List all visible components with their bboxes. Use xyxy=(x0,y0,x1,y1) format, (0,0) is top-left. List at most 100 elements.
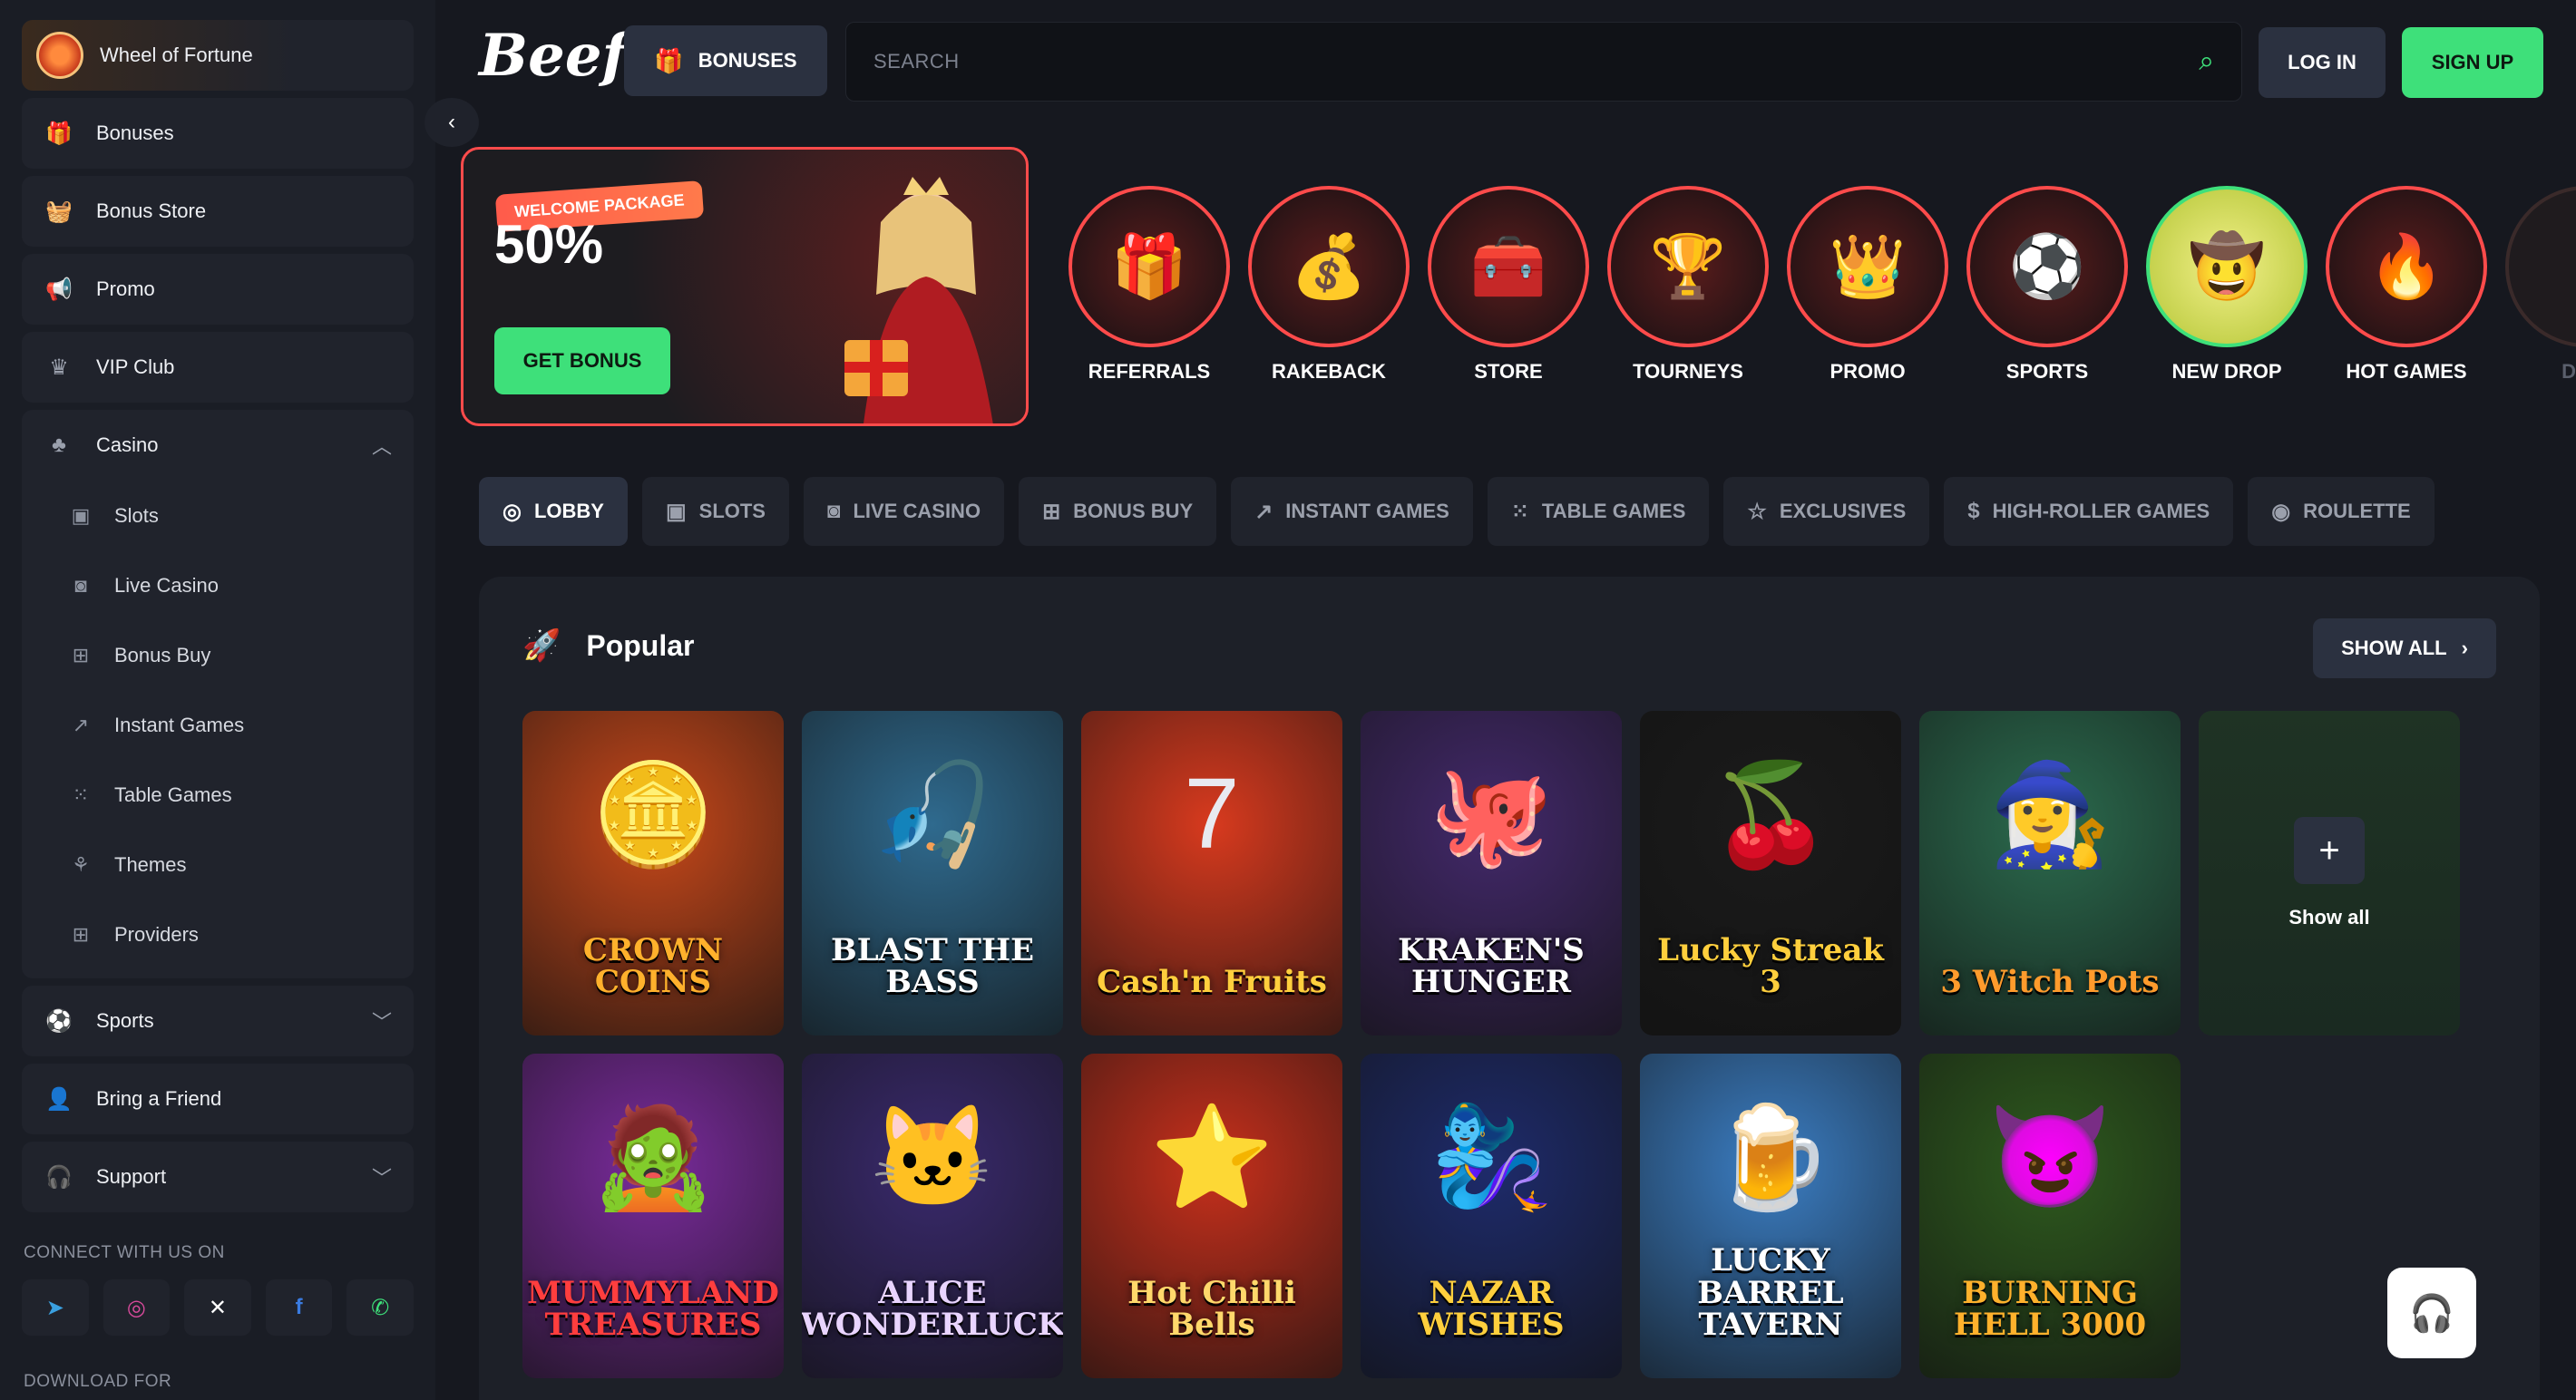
instagram-icon[interactable]: ◎ xyxy=(102,1279,171,1336)
game-art: 🐱 xyxy=(870,1102,995,1213)
category-carousel: 🎁 REFERRALS 💰 RAKEBACK 🧰 STORE 🏆 TOURNEY… xyxy=(1068,186,2576,394)
category-store[interactable]: 🧰 STORE xyxy=(1428,186,1589,394)
game-tile[interactable]: 🪙 CROWN COINS xyxy=(522,711,784,1035)
game-art: 🧙‍♀️ xyxy=(1987,759,2113,870)
game-tile[interactable]: 🧟 MUMMYLAND TREASURES xyxy=(522,1054,784,1378)
sidebar-sub-themes[interactable]: ⚘ Themes xyxy=(22,830,414,899)
welcome-banner[interactable]: WELCOME PACKAGE 50% GET BONUS xyxy=(461,147,1029,426)
headset-icon: 🎧 xyxy=(2409,1293,2454,1334)
game-art: 😈 xyxy=(1987,1102,2113,1213)
category-promo[interactable]: 👑 PROMO xyxy=(1787,186,1948,394)
game-tile[interactable]: 🍒 Lucky Streak 3 xyxy=(1640,711,1901,1035)
game-art: 🧟 xyxy=(590,1102,716,1213)
telegram-icon[interactable]: ➤ xyxy=(22,1279,89,1336)
sidebar-item-support[interactable]: 🎧 Support ﹀ xyxy=(22,1142,414,1212)
sidebar-item-vip-club[interactable]: ♛ VIP Club xyxy=(22,332,414,403)
facebook-icon[interactable]: f xyxy=(265,1279,333,1336)
sidebar-sub-bonus-buy[interactable]: ⊞ Bonus Buy xyxy=(22,620,414,690)
category-new-drop[interactable]: 🤠 NEW DROP xyxy=(2146,186,2308,394)
sidebar-item-bonuses[interactable]: 🎁 Bonuses xyxy=(22,98,414,169)
category-download[interactable]: DOW xyxy=(2505,186,2576,394)
show-all-label: SHOW ALL xyxy=(2341,637,2447,659)
games-grid: 🪙 CROWN COINS 🎣 BLAST THE BASS 7 Cash'n Fruit… xyxy=(522,711,2460,1378)
sidebar-item-promo[interactable]: 📢 Promo xyxy=(22,254,414,325)
game-tile[interactable]: 🐙 KRAKEN'S HUNGER xyxy=(1361,711,1622,1035)
game-art: 🧞‍♀️ xyxy=(1429,1102,1554,1213)
game-tile[interactable]: 🎣 BLAST THE BASS xyxy=(802,711,1063,1035)
tab-live-casino[interactable]: ◙ LIVE CASINO xyxy=(803,477,1005,546)
sidebar-item-bonus-store[interactable]: 🧺 Bonus Store xyxy=(22,176,414,247)
tab-table-games[interactable]: ⁙ TABLE GAMES xyxy=(1487,477,1710,546)
sidebar-sub-slots[interactable]: ▣ Slots xyxy=(22,481,414,550)
category-referrals[interactable]: 🎁 REFERRALS xyxy=(1068,186,1230,394)
game-title: BLAST THE BASS xyxy=(830,931,1035,1001)
gift-icon: ⊞ xyxy=(1042,499,1061,524)
sidebar-item-label: Bonus Store xyxy=(96,199,207,222)
search-input[interactable] xyxy=(873,50,2200,73)
sidebar-sub-label: Live Casino xyxy=(114,573,219,597)
game-art: 🍺 xyxy=(1708,1102,1833,1213)
chart-icon: ↗ xyxy=(72,713,90,736)
category-rakeback[interactable]: 💰 RAKEBACK xyxy=(1248,186,1410,394)
sidebar-item-label: Bonuses xyxy=(96,122,174,144)
compass-icon: ◎ xyxy=(503,499,522,524)
wheel-label: Wheel of Fortune xyxy=(100,44,253,66)
tab-exclusives[interactable]: ☆ EXCLUSIVES xyxy=(1723,477,1930,546)
whatsapp-icon[interactable]: ✆ xyxy=(346,1279,414,1336)
game-tile[interactable]: 🐱 ALICE WONDERLUCK xyxy=(802,1054,1063,1378)
sidebar-sub-label: Slots xyxy=(114,503,159,527)
search-bar: ⌕ xyxy=(845,22,2242,102)
download-icon xyxy=(2505,186,2576,347)
sidebar-sub-label: Bonus Buy xyxy=(114,643,211,666)
chevron-down-icon: ﹀ xyxy=(371,1011,392,1034)
tab-high-roller-games[interactable]: $ HIGH-ROLLER GAMES xyxy=(1944,477,2234,546)
signup-button[interactable]: SIGN UP xyxy=(2402,27,2543,98)
tab-slots[interactable]: ▣ SLOTS xyxy=(641,477,789,546)
game-tile[interactable]: 7 Cash'n Fruits xyxy=(1081,711,1342,1035)
tab-instant-games[interactable]: ↗ INSTANT GAMES xyxy=(1231,477,1473,546)
sidebar-item-bring-friend[interactable]: 👤 Bring a Friend xyxy=(22,1064,414,1134)
game-art: 🍒 xyxy=(1708,759,1833,870)
collapse-sidebar-button[interactable]: ‹ xyxy=(424,98,479,147)
tab-label: LIVE CASINO xyxy=(853,500,981,522)
tab-label: SLOTS xyxy=(698,500,766,522)
game-tile[interactable]: 🧙‍♀️ 3 Witch Pots xyxy=(1919,711,2181,1035)
wheel-of-fortune-link[interactable]: Wheel of Fortune xyxy=(22,20,414,91)
sidebar-sub-label: Themes xyxy=(114,852,187,876)
tab-lobby[interactable]: ◎ LOBBY xyxy=(479,477,628,546)
tab-label: LOBBY xyxy=(533,500,604,522)
show-all-tile-label: Show all xyxy=(2288,906,2370,928)
sidebar-item-casino[interactable]: ♣ Casino ︿ xyxy=(22,410,414,481)
dice-icon: ⁙ xyxy=(1510,499,1529,524)
sidebar-sub-instant-games[interactable]: ↗ Instant Games xyxy=(22,690,414,760)
sidebar-item-sports[interactable]: ⚽ Sports ﹀ xyxy=(22,986,414,1056)
star-icon: ☆ xyxy=(1747,499,1767,524)
sidebar-sub-providers[interactable]: ⊞ Providers xyxy=(22,899,414,969)
login-button[interactable]: LOG IN xyxy=(2259,27,2386,98)
support-chat-button[interactable]: 🎧 xyxy=(2387,1268,2476,1358)
game-title: CROWN COINS xyxy=(582,931,724,1001)
game-art: 🎣 xyxy=(870,759,995,870)
live-icon: ◙ xyxy=(74,573,87,597)
logo[interactable]: Beef xyxy=(479,22,627,90)
search-icon[interactable]: ⌕ xyxy=(2199,46,2214,77)
tab-bonus-buy[interactable]: ⊞ BONUS BUY xyxy=(1019,477,1217,546)
x-icon[interactable]: ✕ xyxy=(184,1279,251,1336)
category-sports[interactable]: ⚽ SPORTS xyxy=(1966,186,2128,394)
game-tile[interactable]: 🧞‍♀️ NAZAR WISHES xyxy=(1361,1054,1622,1378)
show-all-button[interactable]: SHOW ALL › xyxy=(2313,618,2496,678)
sidebar-sub-live-casino[interactable]: ◙ Live Casino xyxy=(22,550,414,620)
sidebar-sub-table-games[interactable]: ⁙ Table Games xyxy=(22,760,414,830)
sidebar-item-label: Casino xyxy=(96,433,159,456)
game-tile[interactable]: 😈 BURNING HELL 3000 xyxy=(1919,1054,2181,1378)
show-all-tile[interactable]: + Show all xyxy=(2199,711,2460,1035)
tab-roulette[interactable]: ◉ ROULETTE xyxy=(2248,477,2435,546)
get-bonus-button[interactable]: GET BONUS xyxy=(494,327,670,394)
category-tourneys[interactable]: 🏆 TOURNEYS xyxy=(1607,186,1769,394)
category-hot-games[interactable]: 🔥 HOT GAMES xyxy=(2326,186,2487,394)
game-tile[interactable]: ⭐ Hot Chilli Bells xyxy=(1081,1054,1342,1378)
store-chest-icon: 🧰 xyxy=(1428,186,1589,347)
game-tile[interactable]: 🍺 LUCKY BARREL TAVERN xyxy=(1640,1054,1901,1378)
tab-label: EXCLUSIVES xyxy=(1779,500,1907,522)
bonuses-button[interactable]: 🎁 BONUSES xyxy=(624,25,827,96)
